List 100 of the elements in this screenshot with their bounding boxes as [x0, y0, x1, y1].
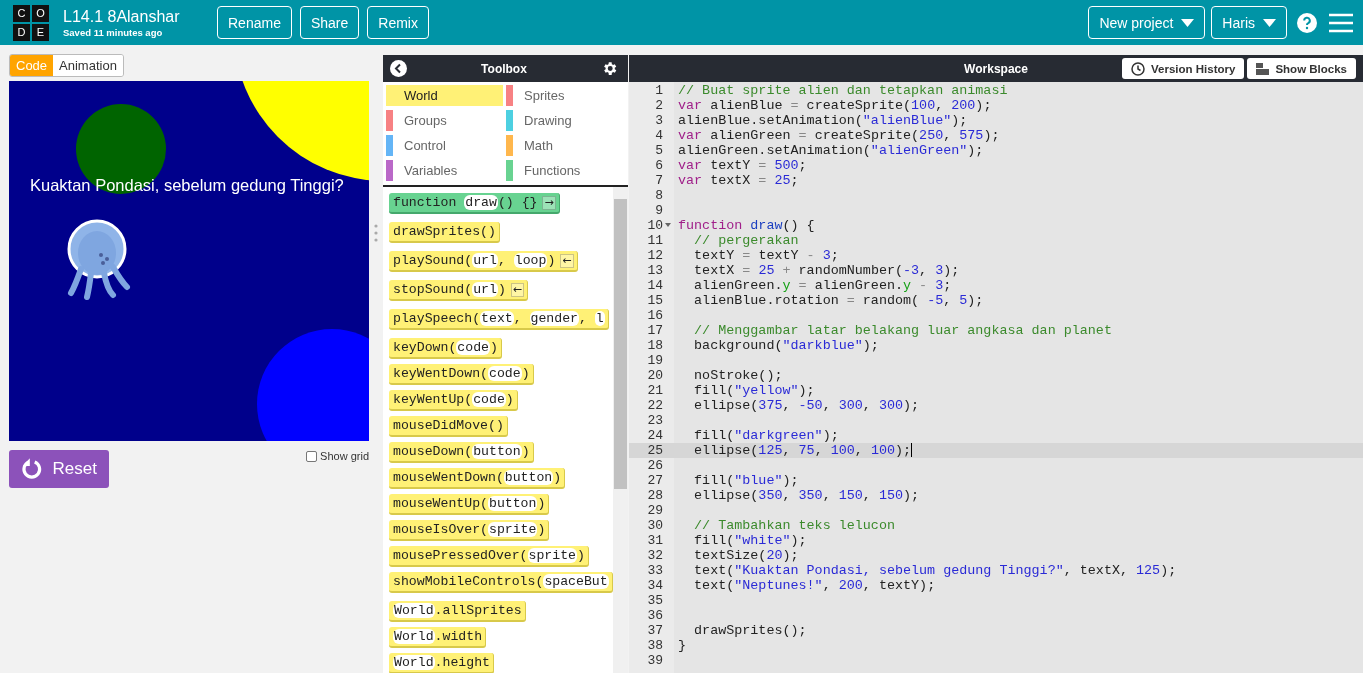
line-number: 39 [646, 653, 664, 668]
header-button[interactable]: Remix [367, 6, 429, 39]
code-line: alienBlue.setAnimation("alienBlue"); [677, 113, 969, 128]
line-number: 38 [646, 638, 664, 653]
code-block[interactable]: showMobileControls(spaceBut [389, 572, 613, 593]
line-number: 10 [629, 218, 674, 233]
reset-button[interactable]: Reset [9, 450, 109, 488]
line-number: 4 [654, 128, 664, 143]
code-block[interactable]: drawSprites() [389, 222, 500, 243]
code-line: ellipse(375, -50, 300, 300); [693, 398, 921, 413]
code-line: fill("white"); [693, 533, 808, 548]
code-line: function draw() { [677, 218, 816, 233]
scrollbar-thumb[interactable] [614, 199, 627, 489]
clock-icon [1131, 61, 1146, 76]
help-icon[interactable] [1297, 12, 1317, 33]
workspace-title: Workspace [964, 61, 1028, 76]
blocks-icon [1256, 62, 1270, 75]
line-number: 27 [646, 473, 664, 488]
reset-icon [21, 458, 43, 480]
line-number: 18 [646, 338, 664, 353]
category-item[interactable]: Variables [386, 160, 503, 181]
code-line: textY = textY - 3; [693, 248, 840, 263]
line-number: 17 [646, 323, 664, 338]
code-block[interactable]: function draw() {} → [389, 193, 560, 214]
code-block[interactable]: keyWentDown(code) [389, 364, 534, 385]
code-line: // Menggambar latar belakang luar angkasa dan planet [693, 323, 1113, 338]
header-button[interactable]: Share [299, 6, 360, 39]
code-line: fill("blue"); [693, 473, 800, 488]
show-grid-checkbox[interactable] [306, 450, 318, 462]
line-number: 25 [629, 443, 674, 458]
line-number: 12 [646, 248, 664, 263]
code-line: fill("yellow"); [693, 383, 816, 398]
collapse-icon[interactable] [390, 60, 407, 77]
code-line: // Tambahkan teks lelucon [693, 518, 896, 533]
code-block[interactable]: World.width [389, 627, 487, 648]
toolbox-title: Toolbox [480, 61, 528, 76]
line-number: 2 [654, 98, 664, 113]
project-title: L14.1 8Alanshar [63, 6, 181, 26]
code-block[interactable]: mouseDidMove() [389, 416, 508, 437]
category-item[interactable]: Control [386, 135, 503, 156]
code-block[interactable]: mousePressedOver(sprite) [389, 546, 589, 567]
code-block[interactable]: World.height [389, 653, 494, 673]
logo[interactable]: C O D E [13, 4, 49, 41]
preview-text: Kuaktan Pondasi, sebelum gedung Tinggi? [30, 176, 344, 195]
code-line: var alienBlue = createSprite(100, 200); [677, 98, 993, 113]
line-number: 28 [646, 488, 664, 503]
line-number: 11 [646, 233, 664, 248]
code-block[interactable]: mouseDown(button) [389, 442, 534, 463]
category-item[interactable]: Groups [386, 110, 503, 131]
code-block[interactable]: stopSound(url) ← [389, 280, 529, 301]
show-grid-label: Show grid [320, 450, 369, 462]
line-number: 21 [646, 383, 664, 398]
code-line: drawSprites(); [693, 623, 808, 638]
line-number: 30 [646, 518, 664, 533]
line-number: 16 [646, 308, 664, 323]
fold-caret-icon[interactable] [665, 223, 671, 227]
line-number: 9 [654, 203, 664, 218]
code-line: alienBlue.rotation = random( -5, 5); [693, 293, 985, 308]
line-number: 6 [654, 158, 664, 173]
caret-icon [1181, 18, 1195, 27]
caret-icon [1263, 18, 1276, 27]
code-line: alienGreen.y = alienGreen.y - 3; [693, 278, 953, 293]
tab[interactable]: Animation [53, 55, 123, 76]
user-menu-button[interactable]: Haris [1211, 6, 1287, 39]
code-block[interactable]: World.allSprites [389, 601, 526, 622]
line-number: 37 [646, 623, 664, 638]
show-blocks-button[interactable]: Show Blocks [1247, 58, 1356, 79]
drag-handle-icon[interactable] [374, 223, 378, 243]
new-project-button[interactable]: New project [1088, 6, 1206, 39]
line-number: 34 [646, 578, 664, 593]
code-line: } [677, 638, 688, 653]
header-button[interactable]: Rename [217, 6, 292, 39]
line-number: 32 [646, 548, 664, 563]
code-block[interactable]: playSpeech(text, gender, l [389, 309, 609, 330]
line-number: 33 [646, 563, 664, 578]
line-number: 19 [646, 353, 664, 368]
menu-icon[interactable] [1329, 12, 1353, 33]
line-number: 20 [646, 368, 664, 383]
category-item[interactable]: World [386, 85, 503, 106]
settings-icon[interactable] [601, 60, 618, 77]
code-line: fill("darkgreen"); [693, 428, 840, 443]
code-block[interactable]: mouseWentUp(button) [389, 494, 550, 515]
line-number: 8 [654, 188, 664, 203]
line-number: 23 [646, 413, 664, 428]
line-number: 26 [646, 458, 664, 473]
code-line: alienGreen.setAnimation("alienGreen"); [677, 143, 985, 158]
code-block[interactable]: playSound(url, loop) ← [389, 251, 578, 272]
code-line: var alienGreen = createSprite(250, 575); [677, 128, 1001, 143]
line-number: 35 [646, 593, 664, 608]
code-block[interactable]: keyWentUp(code) [389, 390, 518, 411]
line-number: 5 [654, 143, 664, 158]
line-number: 31 [646, 533, 664, 548]
code-block[interactable]: mouseIsOver(sprite) [389, 520, 550, 541]
code-line: // Buat sprite alien dan tetapkan animasi [677, 83, 1009, 98]
saved-status: Saved 11 minutes ago [63, 25, 164, 39]
version-history-button[interactable]: Version History [1122, 58, 1245, 79]
line-number: 24 [646, 428, 664, 443]
code-block[interactable]: mouseWentDown(button) [389, 468, 566, 489]
code-line: var textX = 25; [677, 173, 800, 188]
code-block[interactable]: keyDown(code) [389, 338, 502, 359]
